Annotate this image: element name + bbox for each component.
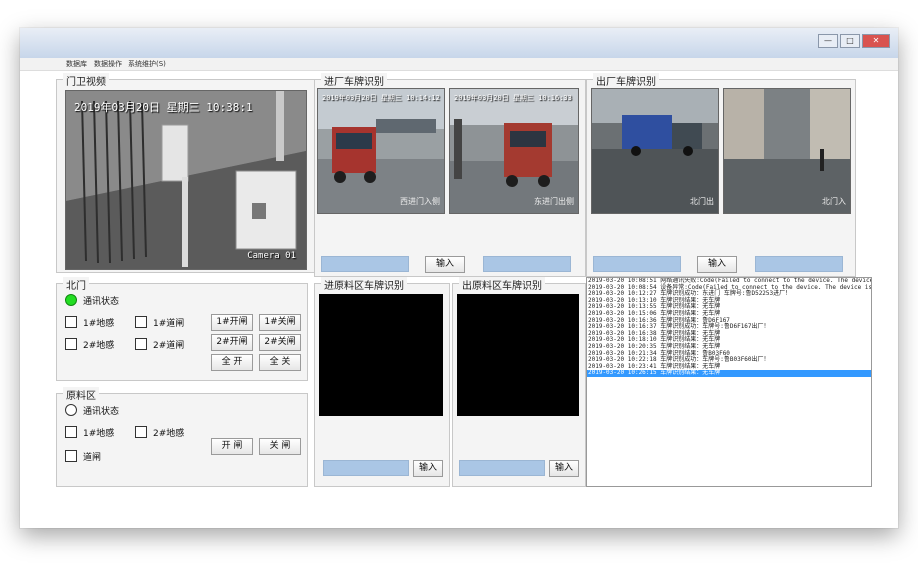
north-checkbox-sensor-1[interactable] (65, 316, 77, 328)
raw-out-plate-panel: 出原料区车牌识别 输入 (452, 277, 586, 487)
gate-camera-timestamp: 2019年03月20日 星期三 10:38:1 (74, 101, 253, 114)
north-open-1-button[interactable]: 1#开闸 (211, 314, 253, 331)
raw-label-sensor-2: 2#地感 (153, 429, 185, 439)
title-bar: — □ ✕ (20, 28, 898, 59)
exit-camera-1: 北门出 (591, 88, 719, 214)
entry-camera-2: 2019年03月20日 星期三 10:16:33 东进门出侧 (449, 88, 579, 214)
entry-camera-2-time: 2019年03月20日 星期三 10:16:33 (454, 94, 572, 102)
app-window: — □ ✕ 数据库 数据操作 系统维护(S) 门卫视频 2019年03月20日 … (20, 28, 898, 528)
exit-plate-panel: 出厂车牌识别 北门出 北门入 输入 (586, 73, 856, 277)
raw-in-plate-box[interactable] (323, 460, 409, 476)
raw-in-plate-panel: 进原料区车牌识别 输入 (314, 277, 450, 487)
north-status-indicator (65, 294, 77, 306)
exit-input-button[interactable]: 输入 (697, 256, 737, 273)
exit-camera-1-image (592, 89, 718, 213)
close-button[interactable]: ✕ (862, 34, 890, 48)
entry-plate-panel: 进厂车牌识别 2019年03月20日 星期三 10:14:12 西进门入侧 20… (314, 73, 586, 277)
raw-checkbox-sensor-2[interactable] (135, 426, 147, 438)
raw-in-input-button[interactable]: 输入 (413, 460, 443, 477)
raw-in-camera-view (319, 294, 443, 416)
entry-plate-box-1[interactable] (321, 256, 409, 272)
exit-plate-title: 出厂车牌识别 (593, 73, 659, 88)
raw-in-plate-title: 进原料区车牌识别 (321, 277, 407, 292)
entry-input-button[interactable]: 输入 (425, 256, 465, 273)
maximize-button[interactable]: □ (840, 34, 860, 48)
raw-open-button[interactable]: 开 闸 (211, 438, 253, 455)
exit-camera-1-label: 北门出 (690, 197, 714, 206)
raw-status-label: 通讯状态 (83, 407, 120, 417)
entry-camera-1-time: 2019年03月20日 星期三 10:14:12 (322, 94, 440, 102)
window-controls: — □ ✕ (818, 34, 890, 48)
client-area: 门卫视频 2019年03月20日 星期三 10:38:1 Camera 01 进… (20, 71, 898, 528)
event-log-lines: 2019-03-20 10:08:51 网络通讯失败:Code(Failed t… (587, 278, 871, 377)
exit-camera-2: 北门入 (723, 88, 851, 214)
gate-camera-image (66, 91, 306, 269)
raw-label-barrier: 道闸 (83, 453, 102, 463)
gate-monitor-title: 门卫视频 (63, 73, 109, 88)
menu-database[interactable]: 数据库 (66, 59, 87, 69)
north-open-2-button[interactable]: 2#开闸 (211, 334, 253, 351)
menu-data-ops[interactable]: 数据操作 (94, 59, 122, 69)
raw-checkbox-sensor-1[interactable] (65, 426, 77, 438)
raw-area-title: 原料区 (63, 387, 99, 402)
gate-monitor-panel: 门卫视频 2019年03月20日 星期三 10:38:1 Camera 01 (56, 73, 316, 273)
north-open-all-button[interactable]: 全 开 (211, 354, 253, 371)
raw-out-input-button[interactable]: 输入 (549, 460, 579, 477)
raw-out-plate-title: 出原料区车牌识别 (459, 277, 545, 292)
raw-checkbox-barrier[interactable] (65, 450, 77, 462)
north-label-sensor-1: 1#地感 (83, 319, 115, 329)
minimize-button[interactable]: — (818, 34, 838, 48)
exit-plate-box-2[interactable] (755, 256, 843, 272)
entry-camera-1: 2019年03月20日 星期三 10:14:12 西进门入侧 (317, 88, 445, 214)
north-label-sensor-2: 2#地感 (83, 341, 115, 351)
entry-plate-box-2[interactable] (483, 256, 571, 272)
north-close-1-button[interactable]: 1#关闸 (259, 314, 301, 331)
entry-camera-1-image (318, 89, 444, 213)
menu-bar: 数据库 数据操作 系统维护(S) (20, 58, 898, 71)
exit-plate-box-1[interactable] (593, 256, 681, 272)
north-gate-panel: 北门 通讯状态 1#地感 1#道闸 1#开闸 1#关闸 2#地感 2#道闸 2#… (56, 277, 308, 381)
menu-system[interactable]: 系统维护(S) (128, 59, 166, 69)
entry-plate-title: 进厂车牌识别 (321, 73, 387, 88)
north-checkbox-barrier-1[interactable] (135, 316, 147, 328)
entry-camera-1-label: 西进门入侧 (400, 197, 440, 206)
entry-camera-2-label: 东进门出侧 (534, 197, 574, 206)
raw-out-plate-box[interactable] (459, 460, 545, 476)
raw-out-camera-view (457, 294, 579, 416)
exit-camera-2-label: 北门入 (822, 197, 846, 206)
north-status-label: 通讯状态 (83, 297, 120, 307)
exit-camera-2-image (724, 89, 850, 213)
north-gate-title: 北门 (63, 277, 89, 292)
north-checkbox-barrier-2[interactable] (135, 338, 147, 350)
entry-camera-2-image (450, 89, 578, 213)
event-log[interactable]: 2019-03-20 10:08:51 网络通讯失败:Code(Failed t… (586, 277, 872, 487)
raw-status-indicator (65, 404, 77, 416)
gate-camera-view: 2019年03月20日 星期三 10:38:1 Camera 01 (65, 90, 307, 270)
north-close-all-button[interactable]: 全 关 (259, 354, 301, 371)
log-entry[interactable]: 2019-03-20 10:26:15 车牌识别结果：无车牌 (587, 370, 871, 377)
raw-label-sensor-1: 1#地感 (83, 429, 115, 439)
north-label-barrier-2: 2#道闸 (153, 341, 185, 351)
raw-area-panel: 原料区 通讯状态 1#地感 2#地感 开 闸 关 闸 道闸 (56, 387, 308, 487)
north-close-2-button[interactable]: 2#关闸 (259, 334, 301, 351)
gate-camera-label: Camera 01 (247, 251, 296, 261)
north-checkbox-sensor-2[interactable] (65, 338, 77, 350)
north-label-barrier-1: 1#道闸 (153, 319, 185, 329)
raw-close-button[interactable]: 关 闸 (259, 438, 301, 455)
